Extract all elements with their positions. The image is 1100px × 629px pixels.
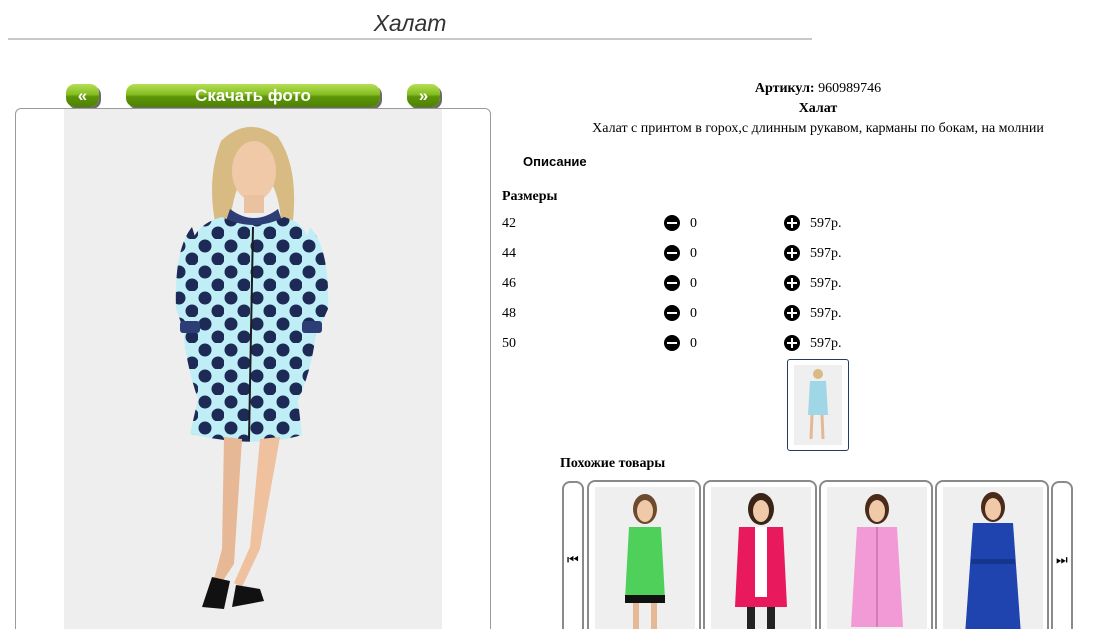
similar-next-button[interactable]: ⏭ bbox=[1051, 481, 1073, 629]
size-label: 44 bbox=[502, 246, 516, 261]
article-label: Артикул: bbox=[754, 81, 815, 96]
quantity-value: 0 bbox=[690, 216, 697, 231]
price-value: 597р. bbox=[810, 276, 842, 291]
similar-prev-button[interactable]: ⏮ bbox=[562, 481, 584, 629]
price-value: 597р. bbox=[810, 306, 842, 321]
size-row-42: 42 0 597р. bbox=[502, 214, 902, 234]
plus-icon[interactable] bbox=[784, 275, 800, 291]
minus-icon[interactable] bbox=[664, 305, 680, 321]
skip-forward-icon: ⏭ bbox=[1056, 553, 1068, 568]
product-name: Халат bbox=[798, 101, 838, 116]
plus-icon[interactable] bbox=[784, 335, 800, 351]
plus-icon[interactable] bbox=[784, 305, 800, 321]
similar-item-image bbox=[595, 487, 695, 629]
size-label: 46 bbox=[502, 276, 516, 291]
next-photo-button[interactable]: » bbox=[407, 84, 440, 107]
quantity-value: 0 bbox=[690, 276, 697, 291]
similar-item-image bbox=[943, 487, 1043, 629]
price-value: 597р. bbox=[810, 246, 842, 261]
description-heading[interactable]: Описание bbox=[523, 154, 587, 169]
size-row-48: 48 0 597р. bbox=[502, 304, 902, 324]
minus-icon[interactable] bbox=[664, 335, 680, 351]
similar-item-3[interactable] bbox=[819, 480, 933, 629]
similar-item-1[interactable] bbox=[587, 480, 701, 629]
price-value: 597р. bbox=[810, 216, 842, 231]
plus-icon[interactable] bbox=[784, 215, 800, 231]
product-description: Халат с принтом в горох,с длинным рукаво… bbox=[592, 121, 1044, 136]
minus-icon[interactable] bbox=[664, 275, 680, 291]
quantity-value: 0 bbox=[690, 336, 697, 351]
green-dress-model-icon bbox=[625, 494, 665, 629]
article-number: 960989746 bbox=[818, 81, 882, 96]
similar-item-image bbox=[827, 487, 927, 629]
size-label: 50 bbox=[502, 336, 516, 351]
size-label: 48 bbox=[502, 306, 516, 321]
thumbnail-model-icon bbox=[808, 369, 828, 440]
download-photo-button[interactable]: Скачать фото bbox=[126, 84, 380, 107]
prev-photo-button[interactable]: « bbox=[66, 84, 99, 107]
article-line: Артикул: 960989746 bbox=[500, 81, 1100, 97]
thumbnail-image bbox=[794, 365, 842, 445]
main-product-photo bbox=[15, 108, 491, 629]
size-row-50: 50 0 597р. bbox=[502, 334, 902, 354]
product-thumbnail[interactable] bbox=[787, 359, 849, 451]
quantity-value: 0 bbox=[690, 246, 697, 261]
light-pink-robe-model-icon bbox=[851, 494, 903, 627]
minus-icon[interactable] bbox=[664, 245, 680, 261]
model-in-robe-image bbox=[175, 126, 329, 609]
minus-icon[interactable] bbox=[664, 215, 680, 231]
size-label: 42 bbox=[502, 216, 516, 231]
quantity-value: 0 bbox=[690, 306, 697, 321]
sizes-heading: Размеры bbox=[502, 189, 558, 204]
blue-robe-model-icon bbox=[965, 492, 1021, 629]
size-row-46: 46 0 597р. bbox=[502, 274, 902, 294]
similar-item-4[interactable] bbox=[935, 480, 1049, 629]
skip-back-icon: ⏮ bbox=[567, 553, 579, 568]
pink-robe-model-icon bbox=[735, 493, 787, 629]
plus-icon[interactable] bbox=[784, 245, 800, 261]
similar-products-heading: Похожие товары bbox=[560, 456, 666, 471]
page-title: Халат bbox=[8, 8, 812, 40]
similar-item-2[interactable] bbox=[703, 480, 817, 629]
similar-item-image bbox=[711, 487, 811, 629]
price-value: 597р. bbox=[810, 336, 842, 351]
size-row-44: 44 0 597р. bbox=[502, 244, 902, 264]
